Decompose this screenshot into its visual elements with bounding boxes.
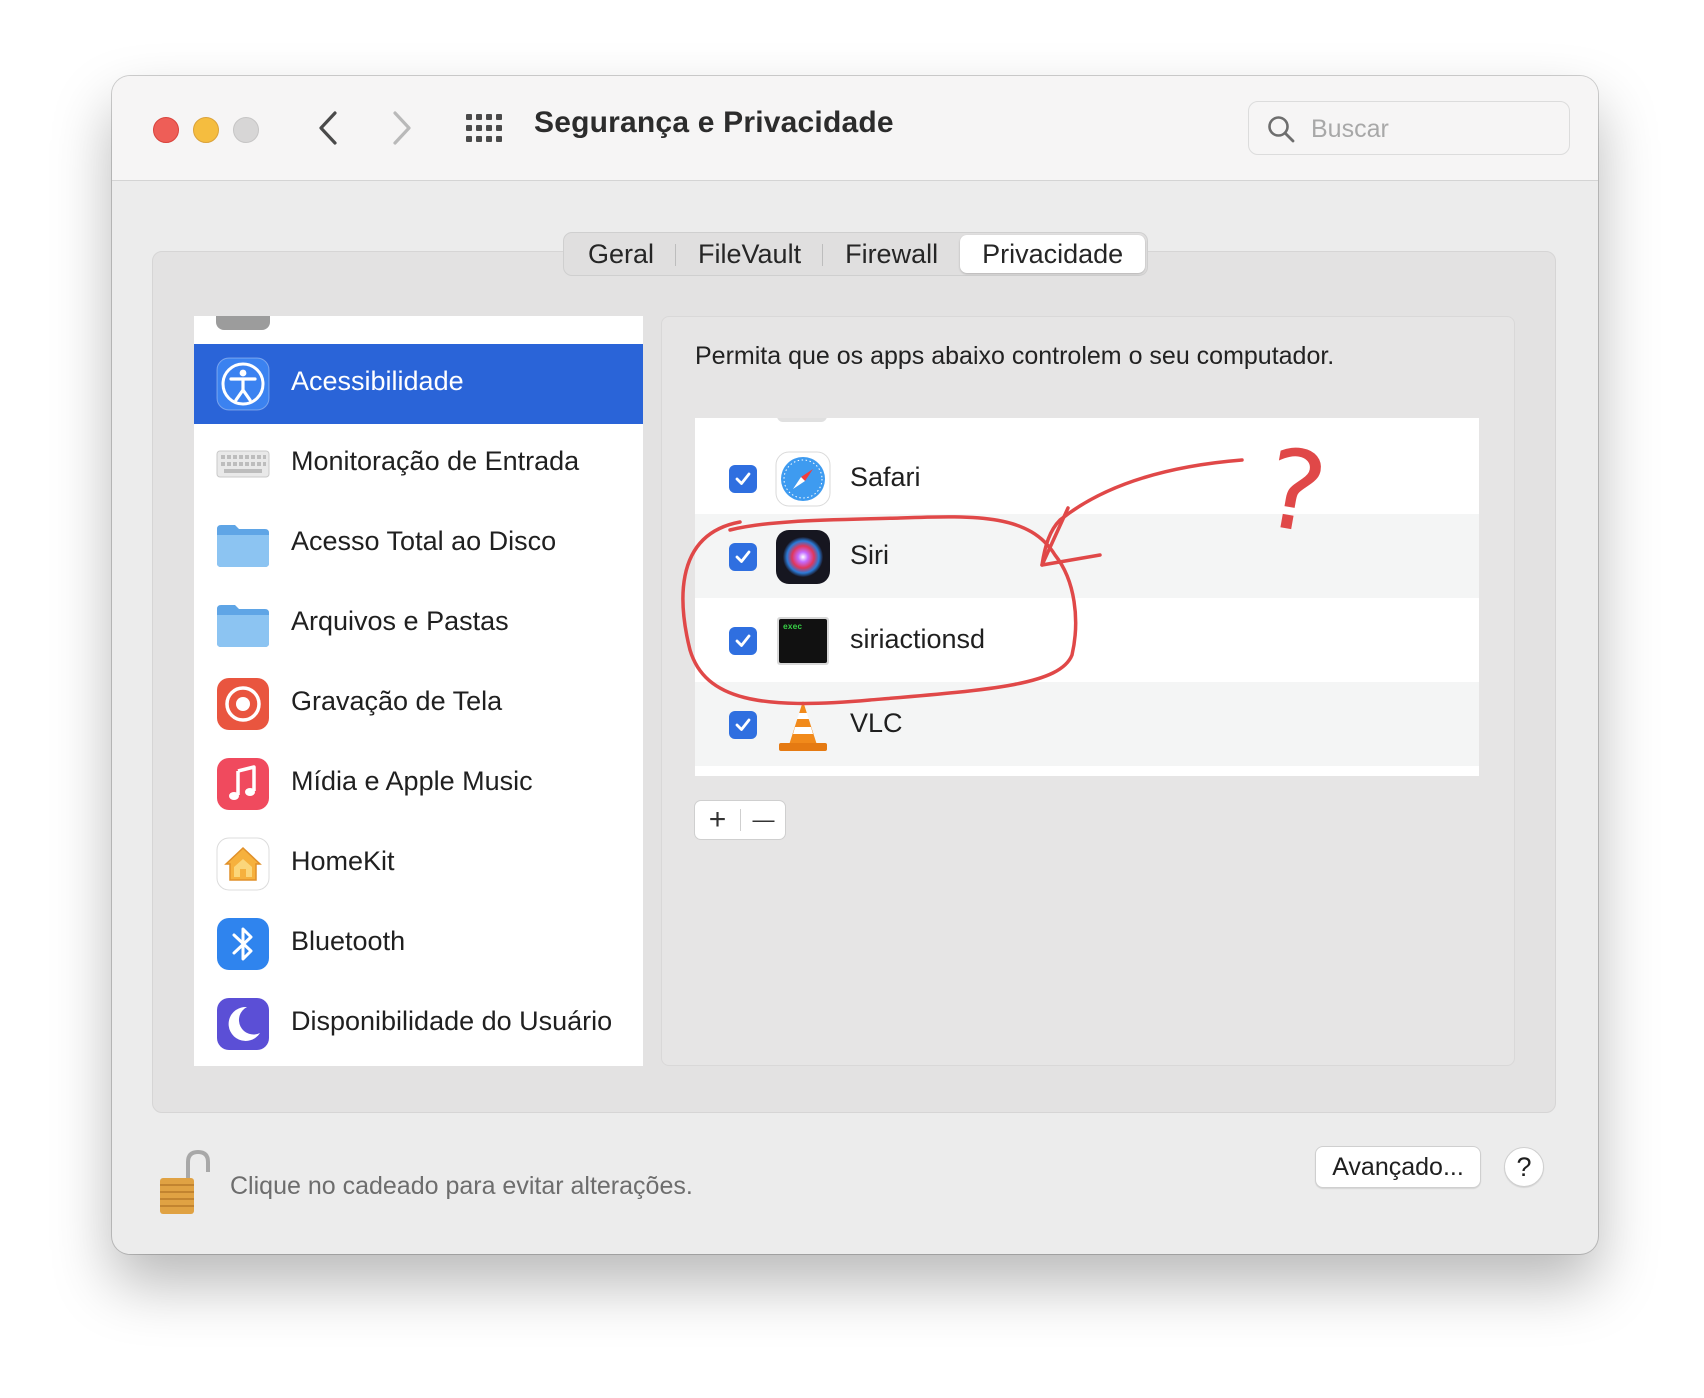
advanced-button[interactable]: Avançado... — [1315, 1146, 1481, 1188]
tab-firewall[interactable]: Firewall — [823, 235, 960, 273]
add-remove-control: + — — [694, 800, 786, 840]
sidebar-item-label: Arquivos e Pastas — [291, 606, 509, 636]
sidebar-item-label: Monitoração de Entrada — [291, 446, 580, 476]
vlc-cone-icon — [779, 701, 827, 751]
sidebar-item-midia-e-apple-music[interactable]: Mídia e Apple Music — [194, 744, 643, 824]
keyboard-icon — [216, 450, 270, 478]
accessibility-icon — [216, 357, 270, 411]
lock-icon[interactable] — [158, 1148, 210, 1218]
sidebar-item-monitoracao-de-entrada[interactable]: Monitoração de Entrada — [194, 424, 643, 504]
search-input[interactable] — [1309, 110, 1553, 148]
sidebar-item-label: Bluetooth — [291, 926, 406, 956]
partially-hidden-app-icon — [777, 418, 827, 422]
safari-icon — [775, 451, 831, 507]
tab-filevault[interactable]: FileVault — [676, 235, 824, 273]
title-bar: Segurança e Privacidade — [112, 76, 1598, 181]
sidebar-item-acesso-total-ao-disco[interactable]: Acesso Total ao Disco — [194, 504, 643, 584]
forward-button[interactable] — [382, 108, 422, 148]
app-row-siri[interactable]: Siri — [695, 514, 1479, 598]
privacy-category-list[interactable]: Acessibilidade Monitoração de Entrada Ac… — [194, 316, 643, 1066]
lock-hint-text: Clique no cadeado para evitar alterações… — [230, 1172, 693, 1200]
tab-geral[interactable]: Geral — [566, 235, 677, 273]
app-name: Safari — [850, 462, 921, 492]
sidebar-item-label: HomeKit — [291, 846, 395, 876]
bluetooth-icon — [217, 918, 269, 970]
exec-terminal-icon: exec — [777, 617, 829, 665]
sidebar-item-label: Acessibilidade — [291, 366, 464, 396]
music-icon — [217, 758, 269, 810]
search-field[interactable] — [1248, 101, 1570, 155]
plus-icon: + — [708, 803, 727, 836]
app-checkbox-safari[interactable] — [729, 465, 757, 493]
sidebar-item-homekit[interactable]: HomeKit — [194, 824, 643, 904]
folder-icon — [217, 525, 269, 567]
minimize-window-button[interactable] — [193, 117, 219, 143]
sidebar-item-acessibilidade[interactable]: Acessibilidade — [194, 344, 643, 424]
close-window-button[interactable] — [153, 117, 179, 143]
app-row-vlc[interactable]: VLC — [695, 682, 1479, 766]
moon-icon — [217, 998, 269, 1050]
add-app-button[interactable]: + — [695, 801, 740, 839]
back-button[interactable] — [308, 108, 348, 148]
allowed-apps-list[interactable]: Safari Siri exec siriactionsd VLC — [695, 418, 1479, 776]
checkmark-icon — [735, 718, 751, 731]
sidebar-item-label: Disponibilidade do Usuário — [291, 1006, 613, 1036]
chevron-right-icon — [393, 111, 411, 145]
app-name: siriactionsd — [850, 624, 986, 654]
app-row-safari[interactable]: Safari — [695, 436, 1479, 520]
sidebar-item-label: Mídia e Apple Music — [291, 766, 533, 796]
checkmark-icon — [735, 472, 751, 485]
folder-icon — [217, 605, 269, 647]
app-row-siriactionsd[interactable]: exec siriactionsd — [695, 598, 1479, 682]
sidebar-item-disponibilidade-do-usuario[interactable]: Disponibilidade do Usuário — [194, 984, 643, 1064]
partially-hidden-item-icon — [216, 316, 270, 330]
exec-label: exec — [783, 623, 802, 632]
help-button[interactable]: ? — [1504, 1147, 1544, 1187]
home-icon — [216, 837, 270, 891]
window-title: Segurança e Privacidade — [534, 106, 894, 139]
search-icon — [1268, 116, 1295, 143]
tab-bar: Geral FileVault Firewall Privacidade — [563, 232, 1149, 276]
sidebar-item-label: Gravação de Tela — [291, 686, 503, 716]
app-checkbox-vlc[interactable] — [729, 711, 757, 739]
show-all-grid-button[interactable] — [464, 110, 504, 146]
preferences-window: Segurança e Privacidade Geral FileVault … — [112, 76, 1598, 1254]
panel-description: Permita que os apps abaixo controlem o s… — [695, 342, 1335, 370]
minus-icon: — — [752, 807, 775, 832]
sidebar-item-gravacao-de-tela[interactable]: Gravação de Tela — [194, 664, 643, 744]
sidebar-item-bluetooth[interactable]: Bluetooth — [194, 904, 643, 984]
screen-record-icon — [217, 678, 269, 730]
sidebar-item-label: Acesso Total ao Disco — [291, 526, 557, 556]
app-name: VLC — [850, 708, 903, 738]
grid-icon — [466, 114, 502, 142]
sidebar-item-arquivos-e-pastas[interactable]: Arquivos e Pastas — [194, 584, 643, 664]
zoom-window-button[interactable] — [233, 117, 259, 143]
checkmark-icon — [735, 634, 751, 647]
app-checkbox-siriactionsd[interactable] — [729, 627, 757, 655]
app-name: Siri — [850, 540, 889, 570]
chevron-left-icon — [319, 111, 337, 145]
tab-privacidade[interactable]: Privacidade — [960, 235, 1146, 273]
remove-app-button[interactable]: — — [741, 801, 786, 839]
checkmark-icon — [735, 550, 751, 563]
siri-icon — [776, 530, 830, 584]
app-checkbox-siri[interactable] — [729, 543, 757, 571]
